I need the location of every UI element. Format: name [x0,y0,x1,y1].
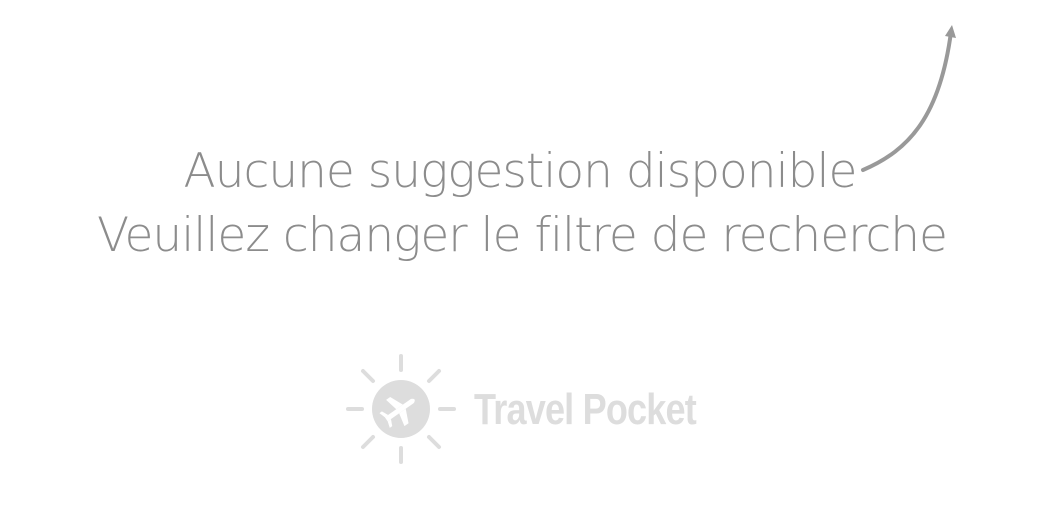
brand-logo: Travel Pocket [344,352,744,466]
empty-state-subtitle: Veuillez changer le filtre de recherche [97,208,948,263]
curved-arrow-icon [861,25,956,172]
sun-airplane-icon [346,354,456,464]
empty-state: Aucune suggestion disponible Veuillez ch… [0,0,1044,516]
brand-name: Travel Pocket [474,385,697,434]
